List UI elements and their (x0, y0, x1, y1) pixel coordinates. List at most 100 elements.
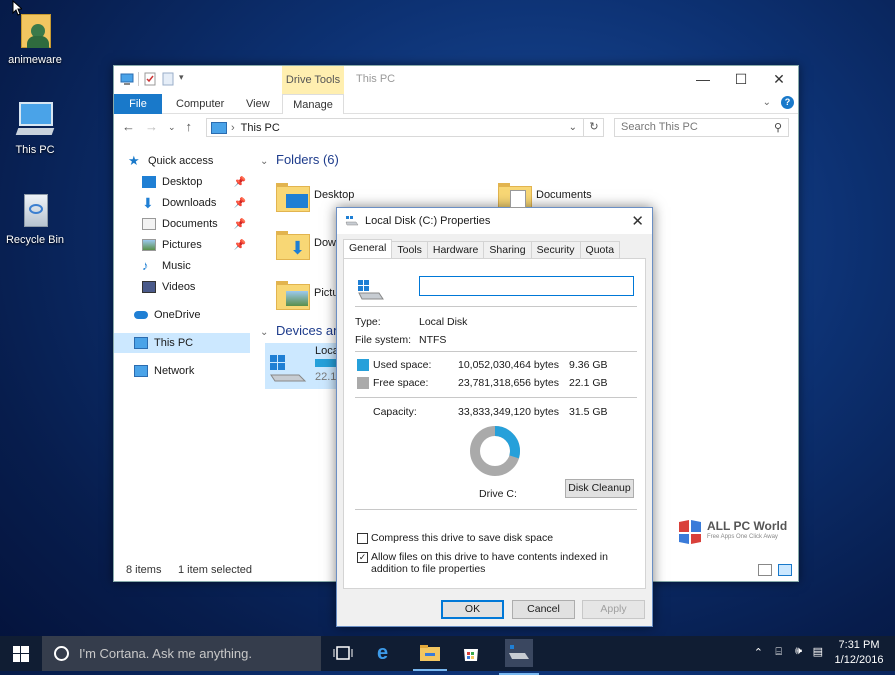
folder-documents[interactable]: Documents (498, 180, 592, 210)
sidebar-item-quick-access[interactable]: ★ Quick access (128, 151, 250, 171)
store-icon[interactable] (461, 643, 483, 663)
clock-date: 1/12/2016 (833, 654, 885, 666)
sidebar-item-music[interactable]: ♪ Music (142, 256, 250, 276)
task-view-icon[interactable] (333, 643, 355, 663)
tab-manage[interactable]: Manage (282, 94, 344, 114)
compress-checkbox[interactable] (357, 533, 368, 544)
forward-arrow-icon[interactable]: → (145, 119, 158, 135)
folder-desktop[interactable]: Desktop (276, 180, 354, 210)
back-arrow-icon[interactable]: ← (122, 119, 135, 135)
tab-file[interactable]: File (114, 94, 162, 114)
address-dropdown-icon[interactable]: ⌄ (569, 122, 577, 133)
action-center-icon[interactable]: ▤ (813, 645, 823, 658)
type-label: Type: (355, 316, 381, 328)
drive-tools-context-tab: Drive Tools (282, 66, 344, 94)
disk-properties-dialog[interactable]: Local Disk (C:) Properties ✕ General Too… (336, 207, 653, 627)
hard-drive-icon (269, 353, 307, 383)
folder-pictures[interactable]: Pictu (276, 278, 338, 308)
tab-view[interactable]: View (232, 94, 284, 114)
new-folder-icon[interactable] (161, 72, 175, 86)
disk-cleanup-button[interactable]: Disk Cleanup (565, 479, 634, 498)
mouse-cursor-icon (12, 0, 22, 19)
device-local-disk-c[interactable]: Loca 22.1 (265, 343, 345, 389)
index-label: Allow files on this drive to have conten… (371, 551, 635, 575)
search-icon[interactable]: ⚲ (774, 120, 782, 137)
expand-ribbon-icon[interactable]: ⌄ (763, 97, 771, 108)
desktop-icon-label: animeware (0, 54, 70, 66)
sidebar-item-videos[interactable]: Videos (142, 277, 250, 297)
tab-general[interactable]: General (343, 239, 392, 258)
volume-label-input[interactable] (419, 276, 634, 296)
used-space-bytes: 10,052,030,464 bytes (458, 359, 559, 371)
pin-icon[interactable]: 📌 (234, 198, 246, 209)
sidebar-item-network[interactable]: Network (134, 361, 250, 381)
sidebar-item-documents[interactable]: Documents 📌 (142, 214, 250, 234)
desktop-icon-animeware[interactable]: animeware (0, 10, 70, 66)
close-icon[interactable]: ✕ (760, 66, 798, 94)
large-icons-view-icon[interactable] (778, 564, 792, 576)
folders-section-header[interactable]: ⌄ Folders (6) (260, 152, 339, 167)
window-controls: — ☐ ✕ (684, 66, 798, 94)
apply-button[interactable]: Apply (582, 600, 645, 619)
sidebar-label: Videos (162, 281, 195, 293)
dialog-title-bar[interactable]: Local Disk (C:) Properties ✕ (337, 208, 652, 234)
show-hidden-icons-icon[interactable]: ⌃ (754, 646, 763, 659)
network-tray-icon[interactable]: ⌸ (775, 646, 782, 659)
cortana-search-box[interactable]: I'm Cortana. Ask me anything. (42, 636, 321, 671)
desktop-icon-recycle-bin[interactable]: Recycle Bin (0, 190, 70, 246)
start-button[interactable] (0, 636, 42, 671)
minimize-icon[interactable]: — (684, 66, 722, 94)
desktop-icon-label: This PC (0, 144, 70, 156)
edge-browser-icon[interactable]: e (377, 643, 399, 663)
file-system-value: NTFS (419, 334, 446, 346)
details-view-icon[interactable] (758, 564, 772, 576)
video-icon (142, 281, 156, 293)
refresh-icon[interactable]: ↻ (583, 118, 604, 137)
clock[interactable]: 7:31 PM 1/12/2016 (833, 639, 885, 666)
volume-icon[interactable]: 🕪 (795, 645, 802, 658)
free-space-bytes: 23,781,318,656 bytes (458, 377, 559, 389)
free-space-gb: 22.1 GB (569, 377, 608, 389)
sidebar-item-pictures[interactable]: Pictures 📌 (142, 235, 250, 255)
properties-icon[interactable] (143, 72, 157, 86)
sidebar-item-onedrive[interactable]: OneDrive (134, 305, 250, 325)
sidebar-item-this-pc[interactable]: This PC (114, 333, 250, 353)
close-icon[interactable]: ✕ (631, 212, 644, 230)
used-space-swatch (357, 359, 369, 371)
customize-qat-icon[interactable]: ▾ (179, 72, 193, 86)
divider (355, 397, 637, 398)
index-checkbox[interactable]: ✓ (357, 552, 368, 563)
file-explorer-taskbar-icon[interactable] (419, 643, 441, 663)
ok-button[interactable]: OK (441, 600, 504, 619)
hard-drive-small-icon (345, 216, 359, 226)
pin-icon[interactable]: 📌 (234, 240, 246, 251)
search-input[interactable]: Search This PC ⚲ (614, 118, 789, 137)
tab-computer[interactable]: Computer (162, 94, 238, 114)
drive-properties-taskbar-icon[interactable] (505, 639, 533, 667)
devices-section-header[interactable]: ⌄ Devices and (260, 323, 348, 338)
up-arrow-icon[interactable]: ↑ (186, 119, 193, 135)
sidebar-item-downloads[interactable]: ⬇ Downloads 📌 (142, 193, 250, 213)
help-icon[interactable]: ? (781, 96, 794, 109)
folder-label: Dow (314, 237, 336, 249)
cancel-button[interactable]: Cancel (512, 600, 575, 619)
chevron-down-icon: ⌄ (260, 327, 268, 338)
desktop-icon-this-pc[interactable]: This PC (0, 100, 70, 156)
sidebar-item-desktop[interactable]: Desktop 📌 (142, 172, 250, 192)
status-selection: 1 item selected (178, 564, 252, 576)
folder-downloads[interactable]: ⬇ Dow (276, 228, 336, 258)
recent-locations-icon[interactable]: ⌄ (168, 119, 176, 135)
explorer-title-bar[interactable]: ▾ Drive Tools This PC — ☐ ✕ (114, 66, 798, 94)
breadcrumb-separator-icon[interactable]: › (231, 122, 235, 134)
address-input[interactable]: › This PC ⌄ (206, 118, 604, 137)
breadcrumb-this-pc[interactable]: This PC (241, 122, 280, 134)
navigation-buttons: ← → ⌄ ↑ (122, 119, 192, 135)
pin-icon[interactable]: 📌 (234, 219, 246, 230)
maximize-icon[interactable]: ☐ (722, 66, 760, 94)
folder-icon (276, 180, 308, 210)
pin-icon[interactable]: 📌 (234, 177, 246, 188)
computer-small-icon (134, 337, 148, 349)
folder-label: Documents (536, 189, 592, 201)
network-icon (134, 365, 148, 377)
device-free-text: 22.1 (315, 371, 336, 383)
